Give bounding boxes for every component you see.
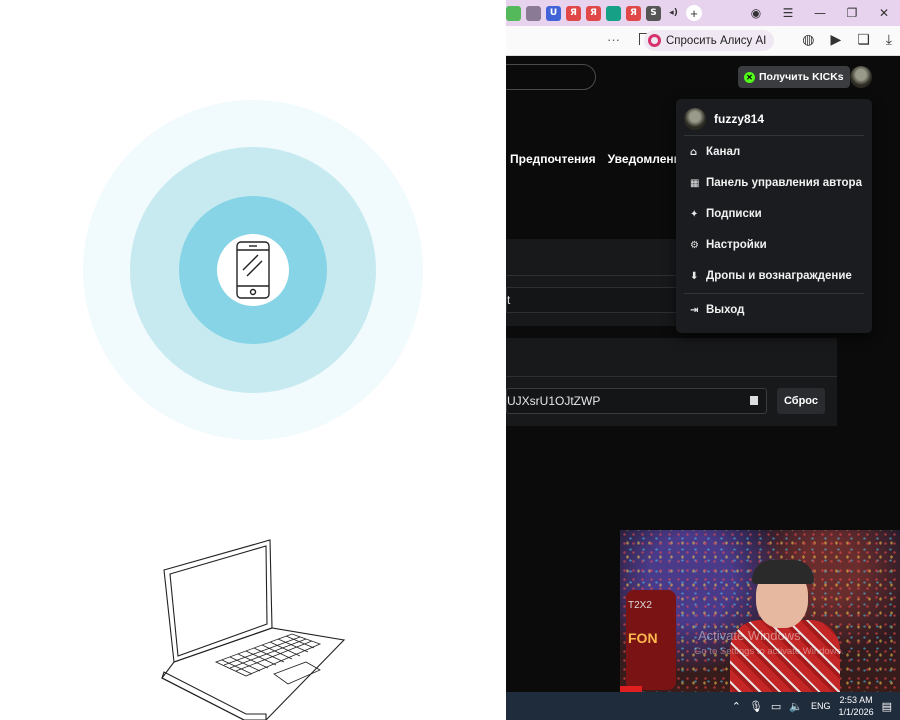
kick-tab-icon[interactable]: [506, 5, 521, 21]
ask-alice-label: Спросить Алису AI: [666, 34, 767, 47]
window-controls: ◉ ☰ — ❐ ✕: [740, 0, 900, 26]
notification-icon[interactable]: ▤: [882, 700, 892, 713]
menu-item-label: Панель управления автора: [706, 177, 862, 189]
extension-icon[interactable]: ◍: [802, 32, 814, 48]
get-kicks-button[interactable]: ✕ Получить KICKs: [738, 66, 850, 88]
clock-time: 2:53 AM: [839, 695, 873, 705]
settings-tabs: Предпочтения Уведомления: [510, 152, 688, 166]
activate-windows-title: Activate Windows: [698, 628, 801, 643]
alice-icon: [648, 34, 661, 47]
tab-strip: U Я Я Я S ◂) + ◉ ☰ — ❐ ✕: [506, 0, 900, 26]
yandex-tab-icon[interactable]: Я: [626, 5, 641, 21]
logout-icon: ⇥: [690, 304, 699, 316]
profile-icon[interactable]: ◉: [740, 6, 772, 20]
background-sign: FON: [628, 630, 658, 646]
browser-window: U Я Я Я S ◂) + ◉ ☰ — ❐ ✕ ··· Спросить Алису AI…: [506, 0, 900, 692]
stream-url-field[interactable]: t: [506, 287, 681, 313]
menu-user-header[interactable]: fuzzy814: [684, 108, 764, 130]
drops-icon: ⬇: [690, 270, 699, 282]
avatar[interactable]: [850, 66, 872, 88]
doc-tab-icon[interactable]: [526, 5, 541, 21]
tab-preferences[interactable]: Предпочтения: [510, 152, 596, 166]
clock-date: 1/1/2026: [838, 707, 874, 717]
taskbar: ⌃ 🎙 ▭ 🔈 ENG 2:53 AM 1/1/2026 ▤: [506, 692, 900, 720]
yandex-tab-icon[interactable]: Я: [586, 5, 601, 21]
menu-item[interactable]: ✦ Подписки: [690, 208, 762, 220]
activate-windows-subtitle: Go to Settings to activate Windows.: [694, 646, 844, 657]
microphone-icon[interactable]: 🎙: [749, 700, 763, 713]
menu-item-label: Подписки: [706, 208, 762, 220]
download-icon[interactable]: ⤓: [886, 32, 892, 48]
stream-key-section: UJXsrU1OJtZWP Сброс: [506, 338, 837, 426]
screen: U Я Я Я S ◂) + ◉ ☰ — ❐ ✕ ··· Спросить Алису AI…: [0, 0, 900, 720]
close-button[interactable]: ✕: [868, 6, 900, 20]
system-tray: ⌃ 🎙 ▭ 🔈 ENG 2:53 AM 1/1/2026 ▤: [732, 692, 900, 720]
chevron-up-icon[interactable]: ⌃: [732, 700, 741, 713]
headset: [752, 560, 814, 584]
collections-icon[interactable]: ❏: [857, 32, 870, 48]
get-kicks-label: Получить KICKs: [759, 71, 844, 83]
gear-icon: ⚙: [690, 239, 699, 251]
u-tab-icon[interactable]: U: [546, 5, 561, 21]
restore-button[interactable]: ❐: [836, 6, 868, 20]
yandex-tab-icon[interactable]: Я: [566, 5, 581, 21]
background-sign-2: T2X2: [628, 600, 652, 611]
kick-page: ✕ Получить KICKs Предпочтения Уведомлени…: [506, 56, 900, 692]
avatar: [684, 108, 706, 130]
menu-item[interactable]: ⌂ Канал: [690, 146, 740, 158]
media-play-icon[interactable]: ▶: [830, 32, 841, 48]
menu-item-label: Дропы и вознаграждение: [706, 270, 852, 282]
divider: [684, 135, 864, 136]
tab-audio-icon[interactable]: ◂): [666, 6, 681, 21]
laptop-icon: [161, 539, 346, 720]
menu-item-label: Настройки: [706, 239, 767, 251]
menu-item[interactable]: ⚙ Настройки: [690, 239, 767, 251]
menu-item[interactable]: ▦ Панель управления автора: [690, 177, 862, 189]
reset-button[interactable]: Сброс: [777, 388, 825, 414]
menu-item-label: Выход: [706, 304, 745, 316]
username: fuzzy814: [714, 112, 765, 126]
menu-item-label: Канал: [706, 146, 741, 158]
search-input[interactable]: [506, 64, 596, 90]
network-icon[interactable]: ▭: [771, 700, 781, 713]
left-panel: [0, 0, 506, 720]
sparkle-icon: ✦: [690, 208, 699, 220]
toolbar-icons: ◍ ▶ ❏ ⤓: [802, 32, 892, 48]
minimize-button[interactable]: —: [804, 6, 836, 20]
clock[interactable]: 2:53 AM 1/1/2026: [839, 694, 874, 718]
divider: [684, 293, 864, 294]
channel-icon: ⌂: [690, 146, 698, 158]
s-tab-icon[interactable]: S: [646, 5, 661, 21]
teal-tab-icon[interactable]: [606, 5, 621, 21]
menu-item[interactable]: ⬇ Дропы и вознаграждение: [690, 270, 852, 282]
kick-coin-icon: ✕: [744, 71, 755, 83]
tab-list: U Я Я Я S ◂) +: [506, 5, 702, 21]
divider: [506, 376, 837, 377]
dashboard-icon: ▦: [690, 177, 700, 189]
webcam-overlay[interactable]: FON T2X2 Activate Windows Go to Settings…: [620, 530, 900, 692]
menu-item-logout[interactable]: ⇥ Выход: [690, 304, 744, 316]
stream-key-field[interactable]: UJXsrU1OJtZWP: [506, 388, 767, 414]
user-dropdown-menu: fuzzy814 ⌂ Канал ▦ Панель управления автора…: [676, 99, 872, 333]
volume-icon[interactable]: 🔈: [789, 700, 803, 713]
address-bar[interactable]: ···: [506, 30, 648, 52]
ask-alice-button[interactable]: Спросить Алису AI: [644, 30, 775, 51]
browser-toolbar: ··· Спросить Алису AI ◍ ▶ ❏ ⤓: [506, 26, 900, 56]
stream-key-value: UJXsrU1OJtZWP: [507, 394, 601, 408]
more-icon[interactable]: ···: [607, 32, 620, 47]
language-indicator[interactable]: ENG: [811, 701, 831, 711]
menu-icon[interactable]: ☰: [772, 6, 804, 20]
copy-icon[interactable]: [750, 396, 758, 405]
new-tab-button[interactable]: +: [686, 5, 702, 21]
streamer: [730, 560, 840, 692]
